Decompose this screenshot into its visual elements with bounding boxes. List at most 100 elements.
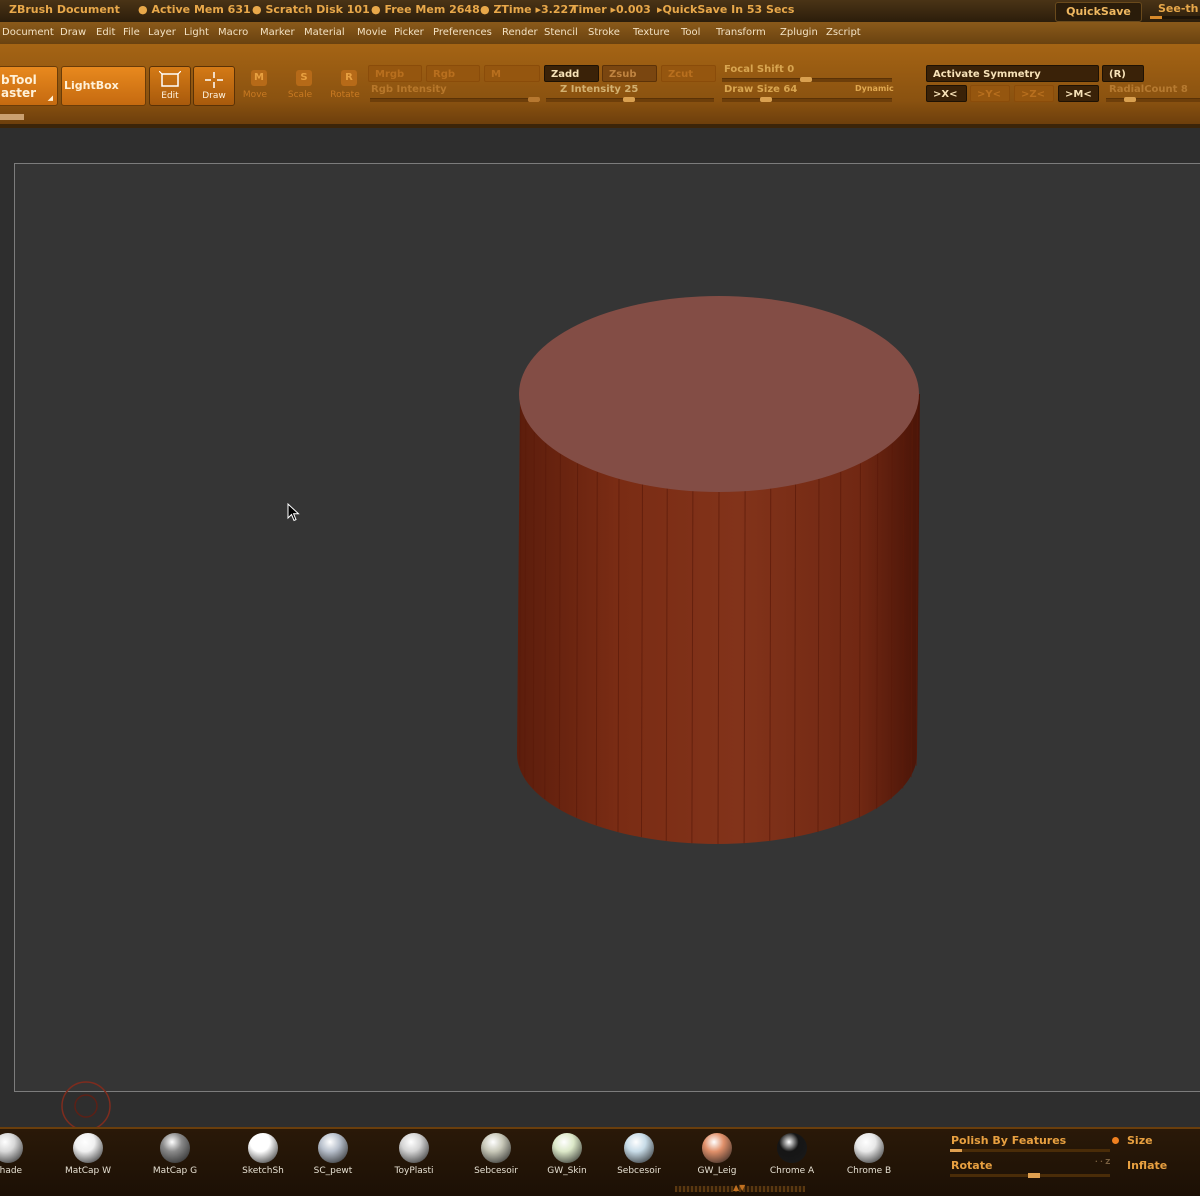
- ztime-readout: ● ZTime ▸3.227: [480, 3, 576, 16]
- menu-layer[interactable]: Layer: [148, 27, 176, 38]
- menu-movie[interactable]: Movie: [357, 27, 387, 38]
- rgb-button[interactable]: Rgb: [426, 65, 480, 82]
- quicksave-button[interactable]: QuickSave: [1055, 2, 1142, 22]
- radial-count-thumb[interactable]: [1124, 97, 1136, 102]
- draw-size-slider[interactable]: [722, 97, 892, 102]
- material-label: GW_Skin: [547, 1166, 587, 1176]
- scratch-disk-readout: ● Scratch Disk 101: [252, 3, 370, 16]
- draw-mode-button[interactable]: Draw: [193, 66, 235, 106]
- material-label: Chrome B: [846, 1166, 892, 1176]
- focal-shift-label: Focal Shift 0: [724, 64, 795, 75]
- radial-r-button[interactable]: (R): [1102, 65, 1144, 82]
- menu-picker[interactable]: Picker: [394, 27, 424, 38]
- focal-shift-slider[interactable]: [722, 77, 892, 82]
- menu-stroke[interactable]: Stroke: [588, 27, 620, 38]
- timer-readout: Timer ▸0.003: [571, 3, 651, 16]
- menu-tool[interactable]: Tool: [681, 27, 700, 38]
- edit-icon: [159, 71, 181, 87]
- draw-size-thumb[interactable]: [760, 97, 772, 102]
- zcut-button[interactable]: Zcut: [661, 65, 716, 82]
- material-label: SC_pewt: [313, 1166, 353, 1176]
- edit-label: Edit: [161, 91, 179, 101]
- menu-macro[interactable]: Macro: [218, 27, 248, 38]
- lightbox-label: LightBox: [64, 79, 119, 92]
- menu-transform[interactable]: Transform: [716, 27, 766, 38]
- y-symmetry-button[interactable]: >Y<: [970, 85, 1010, 102]
- dynamic-toggle[interactable]: Dynamic: [855, 84, 894, 93]
- menu-file[interactable]: File: [123, 27, 140, 38]
- document-canvas[interactable]: [14, 163, 1200, 1092]
- z-symmetry-button[interactable]: >Z<: [1014, 85, 1054, 102]
- draw-size-label: Draw Size 64: [724, 84, 798, 95]
- zsub-button[interactable]: Zsub: [602, 65, 657, 82]
- menu-preferences[interactable]: Preferences: [433, 27, 492, 38]
- rgb-intensity-label: Rgb Intensity: [371, 84, 447, 95]
- menu-document[interactable]: Document: [2, 27, 54, 38]
- zadd-button[interactable]: Zadd: [544, 65, 599, 82]
- subtool-master-button[interactable]: bTool aster ◢: [0, 66, 58, 106]
- polish-slider-thumb[interactable]: [950, 1149, 962, 1152]
- z-intensity-slider[interactable]: [546, 97, 714, 102]
- subtool-master-label-1: bTool: [1, 73, 37, 87]
- corner-triangle-icon: ◢: [47, 94, 53, 102]
- menu-render[interactable]: Render: [502, 27, 538, 38]
- top-shelf: bTool aster ◢ LightBox Edit Draw M Move …: [0, 44, 1200, 125]
- menu-material[interactable]: Material: [304, 27, 345, 38]
- m-symmetry-button[interactable]: >M<: [1058, 85, 1099, 102]
- menu-draw[interactable]: Draw: [60, 27, 86, 38]
- draw-crosshair-icon: [205, 72, 223, 88]
- menu-zscript[interactable]: Zscript: [826, 27, 861, 38]
- focal-shift-thumb[interactable]: [800, 77, 812, 82]
- rotate-button[interactable]: R Rotate: [327, 70, 363, 100]
- menu-bar: Document Draw Edit File Layer Light Macr…: [0, 22, 1200, 45]
- menu-zplugin[interactable]: Zplugin: [780, 27, 818, 38]
- radial-count-label: RadialCount 8: [1109, 84, 1188, 95]
- material-sphere-icon: [854, 1133, 884, 1163]
- move-icon: M: [251, 70, 267, 86]
- shelf-expand-icon[interactable]: ▲▼: [733, 1183, 745, 1192]
- mrgb-button[interactable]: Mrgb: [368, 65, 422, 82]
- cylinder-mesh[interactable]: [15, 164, 1200, 1091]
- rotate-slider-thumb[interactable]: [1028, 1173, 1040, 1178]
- size-radio-icon[interactable]: [1112, 1137, 1119, 1144]
- material-sphere-icon: [481, 1133, 511, 1163]
- menu-texture[interactable]: Texture: [633, 27, 670, 38]
- m-button[interactable]: M: [484, 65, 540, 82]
- scale-button[interactable]: S Scale: [283, 70, 317, 100]
- material-sphere-icon: [399, 1133, 429, 1163]
- mouse-cursor-icon: [287, 503, 300, 522]
- subtool-master-label-2: aster: [1, 86, 37, 100]
- size-label[interactable]: Size: [1127, 1134, 1153, 1147]
- material-label: Shade: [0, 1166, 23, 1176]
- navigation-gyro-icon[interactable]: [60, 1080, 112, 1132]
- inflate-label[interactable]: Inflate: [1127, 1159, 1167, 1172]
- rotate-label[interactable]: Rotate: [951, 1159, 992, 1172]
- title-bar: ZBrush Document ● Active Mem 631 ● Scrat…: [0, 0, 1200, 22]
- edit-mode-button[interactable]: Edit: [149, 66, 191, 106]
- radial-count-slider[interactable]: [1106, 97, 1200, 102]
- x-symmetry-button[interactable]: >X<: [926, 85, 967, 102]
- scale-label: Scale: [287, 90, 313, 100]
- menu-stencil[interactable]: Stencil: [544, 27, 578, 38]
- see-through-slider-thumb[interactable]: [1150, 16, 1162, 19]
- rotate-slider[interactable]: [950, 1173, 1110, 1178]
- polish-slider[interactable]: [950, 1149, 1110, 1152]
- activate-symmetry-button[interactable]: Activate Symmetry: [926, 65, 1099, 82]
- lightbox-button[interactable]: LightBox: [61, 66, 146, 106]
- menu-marker[interactable]: Marker: [260, 27, 295, 38]
- material-sphere-icon: [777, 1133, 807, 1163]
- material-sphere-icon: [624, 1133, 654, 1163]
- draw-label: Draw: [202, 91, 226, 101]
- rgb-intensity-slider[interactable]: [370, 97, 540, 102]
- material-label: MatCap W: [64, 1166, 112, 1176]
- material-sphere-icon: [160, 1133, 190, 1163]
- menu-light[interactable]: Light: [184, 27, 209, 38]
- move-button[interactable]: M Move: [238, 70, 272, 100]
- see-through-slider[interactable]: [1150, 16, 1200, 19]
- material-label: GW_Leig: [697, 1166, 737, 1176]
- menu-edit[interactable]: Edit: [96, 27, 115, 38]
- rgb-intensity-thumb[interactable]: [528, 97, 540, 102]
- progress-indicator: [0, 114, 24, 120]
- polish-by-features-label[interactable]: Polish By Features: [951, 1134, 1066, 1147]
- z-intensity-thumb[interactable]: [623, 97, 635, 102]
